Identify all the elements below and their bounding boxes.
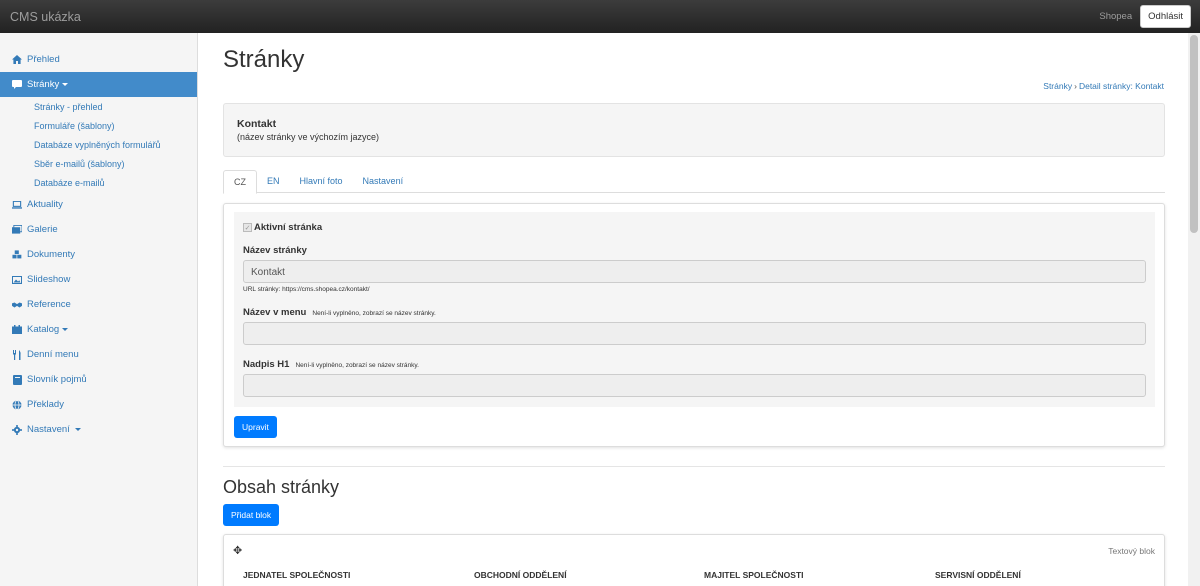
sidebar-subitem-databaze-emailu[interactable]: Databáze e-mailů — [0, 173, 197, 192]
h1-label: Nadpis H1 — [243, 359, 290, 370]
comment-icon — [12, 80, 22, 90]
sidebar-item-dokumenty[interactable]: Dokumenty — [0, 242, 197, 267]
h1-label-row: Nadpis H1 Není-li vyplněno, zobrazí se ná… — [243, 359, 419, 370]
page-form-panel: ✓ Aktivní stránka Název stránky Kontakt … — [223, 203, 1165, 447]
chevron-down-icon — [74, 428, 81, 431]
sidebar-subitem-databaze-formularu[interactable]: Databáze vyplněných formulářů — [0, 135, 197, 154]
tab-hlavni-foto[interactable]: Hlavní foto — [290, 170, 353, 193]
breadcrumb-current[interactable]: Detail stránky: Kontakt — [1079, 81, 1164, 91]
sidebar-item-katalog[interactable]: Katalog — [0, 317, 197, 342]
navbar-right: Shopea Odhlásit — [1099, 5, 1191, 28]
cutlery-icon — [12, 349, 22, 360]
sidebar-subitem-formulare[interactable]: Formuláře (šablony) — [0, 116, 197, 135]
sidebar-item-label: Slovník pojmů — [27, 374, 87, 385]
page-url-note: URL stránky: https://cms.shopea.cz/konta… — [243, 286, 370, 293]
block-column-heading: JEDNATEL SPOLEČNOSTI — [243, 570, 351, 580]
sidebar-subitem-stranky-prehled[interactable]: Stránky - přehled — [0, 97, 197, 116]
menu-name-input[interactable] — [243, 322, 1146, 345]
globe-icon — [12, 399, 22, 410]
sidebar-item-denni-menu[interactable]: Denní menu — [0, 342, 197, 367]
form-well: ✓ Aktivní stránka Název stránky Kontakt … — [234, 212, 1155, 407]
page-info-box: Kontakt (název stránky ve výchozím jazyc… — [223, 103, 1165, 157]
block-column-heading: SERVISNÍ ODDĚLENÍ — [935, 570, 1021, 580]
sidebar-item-label: Galerie — [27, 224, 58, 235]
h1-hint: Není-li vyplněno, zobrazí se název strán… — [295, 362, 419, 369]
handshake-icon — [12, 300, 22, 310]
sidebar-item-label: Aktuality — [27, 199, 63, 210]
chevron-down-icon — [62, 328, 69, 331]
block-column-heading: MAJITEL SPOLEČNOSTI — [704, 570, 804, 580]
active-page-label: Aktivní stránka — [254, 222, 323, 233]
cubes-icon — [12, 250, 22, 260]
sidebar: Přehled Stránky Stránky - přehled Formul… — [0, 33, 198, 586]
save-button[interactable]: Upravit — [234, 416, 277, 438]
sidebar-item-label: Stránky — [27, 79, 60, 90]
sidebar-item-label: Katalog — [27, 324, 60, 335]
block-type-label: Textový blok — [1108, 546, 1155, 556]
sidebar-item-slovnik-pojmu[interactable]: Slovník pojmů — [0, 367, 197, 392]
page-title: Stránky — [223, 46, 305, 73]
sidebar-item-label: Nastavení — [27, 424, 70, 435]
sidebar-item-label: Slideshow — [27, 274, 71, 285]
breadcrumb-separator-icon: › — [1074, 81, 1077, 91]
active-page-row: ✓ Aktivní stránka — [243, 222, 322, 233]
breadcrumb: Stránky › Detail stránky: Kontakt — [1043, 81, 1164, 91]
menu-name-label: Název v menu — [243, 307, 307, 318]
top-navbar: CMS ukázka Shopea Odhlásit — [0, 0, 1200, 33]
book-icon — [12, 374, 22, 385]
breadcrumb-link-stranky[interactable]: Stránky — [1043, 81, 1072, 91]
sidebar-item-galerie[interactable]: Galerie — [0, 217, 197, 242]
sidebar-item-stranky[interactable]: Stránky — [0, 72, 197, 97]
gear-icon — [12, 424, 22, 435]
brand-link[interactable]: CMS ukázka — [10, 10, 81, 24]
sidebar-item-nastaveni[interactable]: Nastavení — [0, 417, 197, 442]
page-name-note: (název stránky ve výchozím jazyce) — [237, 132, 380, 142]
page-name-label: Název stránky — [243, 245, 307, 256]
catalog-icon — [12, 325, 22, 335]
block-column-heading: OBCHODNÍ ODDĚLENÍ — [474, 570, 567, 580]
content-section-title: Obsah stránky — [223, 477, 340, 497]
home-icon — [12, 55, 22, 65]
page-name: Kontakt — [237, 118, 277, 130]
sidebar-item-label: Překlady — [27, 399, 64, 410]
add-block-button[interactable]: Přidat blok — [223, 504, 280, 526]
sidebar-item-label: Reference — [27, 299, 71, 310]
page-name-input[interactable]: Kontakt — [243, 260, 1146, 283]
picture-icon — [12, 275, 22, 285]
section-divider — [223, 466, 1165, 467]
language-tabs: CZ EN Hlavní foto Nastavení — [223, 170, 1165, 194]
tab-cz[interactable]: CZ — [223, 170, 257, 194]
sidebar-item-reference[interactable]: Reference — [0, 292, 197, 317]
sidebar-subitem-sber-emailu[interactable]: Sběr e-mailů (šablony) — [0, 154, 197, 173]
move-icon[interactable]: ✥ — [233, 544, 242, 557]
sidebar-item-label: Dokumenty — [27, 249, 76, 260]
sidebar-item-slideshow[interactable]: Slideshow — [0, 267, 197, 292]
sidebar-item-label: Denní menu — [27, 349, 79, 360]
logout-button[interactable]: Odhlásit — [1140, 5, 1191, 28]
text-block-panel: ✥ Textový blok JEDNATEL SPOLEČNOSTI OBCH… — [223, 534, 1165, 586]
user-name: Shopea — [1099, 11, 1133, 22]
h1-input[interactable] — [243, 374, 1146, 397]
chevron-down-icon — [62, 83, 69, 86]
active-page-checkbox[interactable]: ✓ — [243, 223, 252, 232]
sidebar-item-preklady[interactable]: Překlady — [0, 392, 197, 417]
sidebar-item-label: Přehled — [27, 54, 60, 65]
page-scrollbar[interactable] — [1188, 33, 1200, 586]
sidebar-item-prehled[interactable]: Přehled — [0, 47, 197, 72]
sidebar-item-aktuality[interactable]: Aktuality — [0, 192, 197, 217]
scrollbar-thumb[interactable] — [1190, 35, 1198, 233]
images-icon — [12, 225, 22, 235]
tab-nastaveni[interactable]: Nastavení — [353, 170, 414, 193]
menu-name-hint: Není-li vyplněno, zobrazí se název strán… — [312, 310, 436, 317]
menu-name-label-row: Název v menu Není-li vyplněno, zobrazí se… — [243, 307, 436, 318]
laptop-icon — [12, 200, 22, 210]
tab-en[interactable]: EN — [257, 170, 290, 193]
